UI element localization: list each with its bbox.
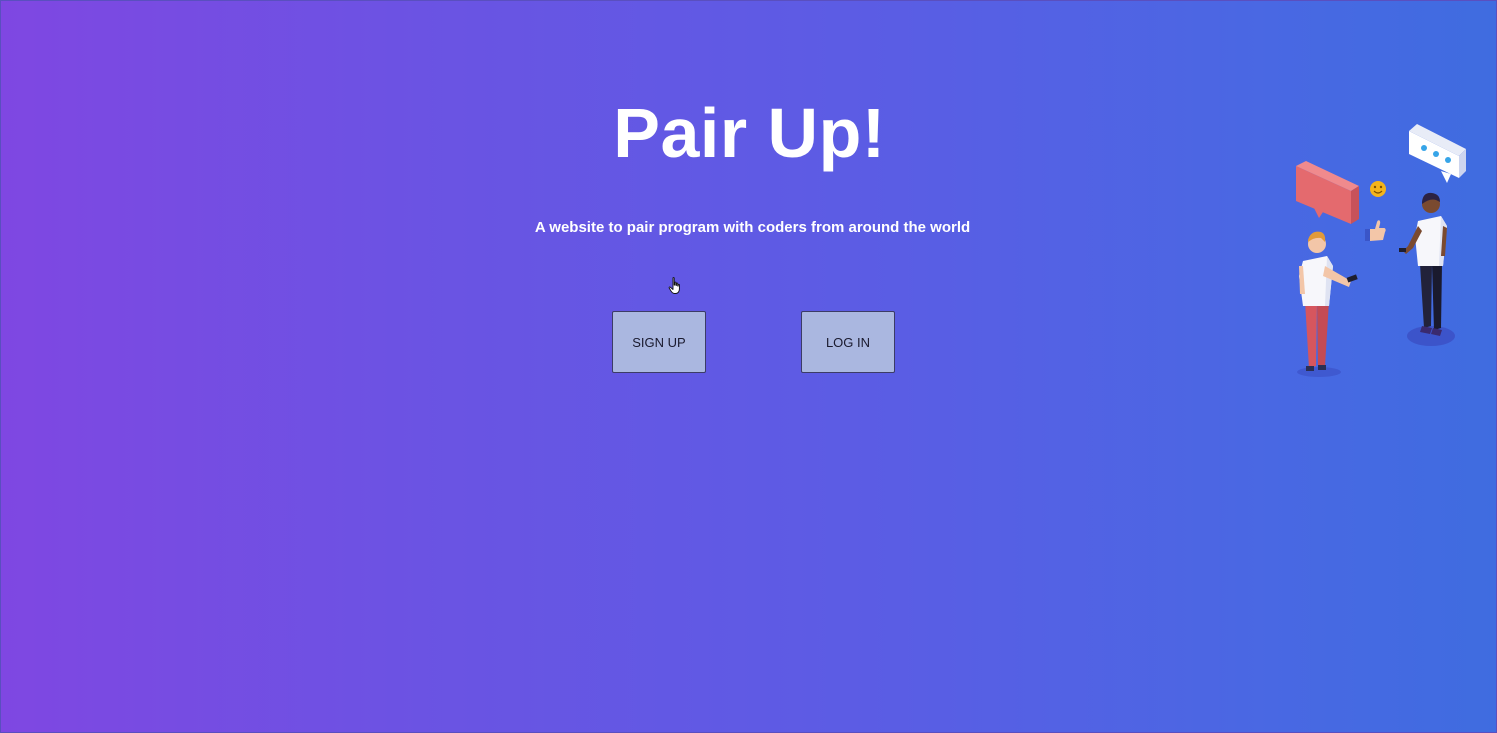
speech-bubble-red-icon (1296, 161, 1359, 224)
sign-up-button[interactable]: SIGN UP (612, 311, 706, 373)
page-subtitle: A website to pair program with coders fr… (534, 219, 971, 236)
log-in-button[interactable]: LOG IN (801, 311, 895, 373)
thumbs-up-icon (1365, 220, 1386, 241)
person-right-illustration (1399, 192, 1447, 336)
smiley-icon (1370, 181, 1386, 197)
page-title: Pair Up! (613, 94, 886, 172)
hand-pointer-icon (668, 277, 680, 294)
landing-page: Pair Up! A website to pair program with … (0, 0, 1497, 733)
people-chatting-illustration (1296, 124, 1466, 377)
person-left-illustration (1299, 231, 1358, 371)
speech-bubble-dots-icon (1409, 124, 1466, 183)
